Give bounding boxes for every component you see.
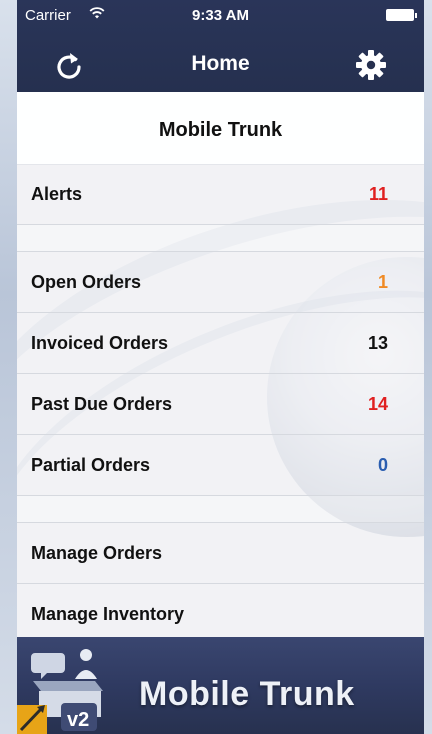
- nav-bar: Home: [17, 36, 424, 92]
- list-item-label: Partial Orders: [31, 455, 151, 475]
- header: Carrier 9:33 AM Home: [17, 0, 424, 92]
- list-item-manage-orders[interactable]: Manage Orders: [17, 523, 424, 584]
- group-spacer: [17, 225, 424, 252]
- footer-brand-title: Mobile Trunk: [139, 675, 355, 713]
- app-logo: v2: [17, 637, 117, 734]
- list-item-count: 1: [377, 272, 388, 292]
- gear-icon: [356, 50, 386, 80]
- list-item-count: 11: [368, 184, 388, 204]
- list-item-count: 13: [367, 333, 388, 353]
- section-title: Mobile Trunk: [17, 92, 424, 165]
- list-item-label: Manage Inventory: [31, 604, 185, 624]
- list-item-label: Alerts: [31, 184, 83, 204]
- status-bar: Carrier 9:33 AM: [17, 0, 424, 36]
- settings-button[interactable]: [354, 48, 388, 82]
- list-item-open-orders[interactable]: Open Orders 1: [17, 252, 424, 313]
- list-item-label: Manage Orders: [31, 543, 163, 563]
- svg-text:v2: v2: [67, 709, 89, 731]
- list-item-past-due-orders[interactable]: Past Due Orders 14: [17, 374, 424, 435]
- footer-banner: v2 Mobile Trunk: [17, 637, 424, 734]
- home-content: Mobile Trunk Alerts 11 Open Orders 1 Inv…: [17, 92, 424, 637]
- list-item-label: Open Orders: [31, 272, 142, 292]
- status-time: 9:33 AM: [192, 7, 249, 24]
- right-frame: [424, 0, 432, 734]
- list-item-label: Invoiced Orders: [31, 333, 169, 353]
- list-item-count: 0: [377, 455, 388, 475]
- group-spacer: [17, 496, 424, 523]
- left-frame: [0, 0, 17, 734]
- phone-screen: Carrier 9:33 AM Home Mobile Trunk Alerts…: [17, 0, 424, 734]
- list-item-invoiced-orders[interactable]: Invoiced Orders 13: [17, 313, 424, 374]
- list-item-partial-orders[interactable]: Partial Orders 0: [17, 435, 424, 496]
- list-item-alerts[interactable]: Alerts 11: [17, 164, 424, 225]
- battery-icon: [386, 9, 417, 21]
- list-item-count: 14: [367, 394, 388, 414]
- list-item-label: Past Due Orders: [31, 394, 173, 414]
- list-item-manage-inventory[interactable]: Manage Inventory: [17, 584, 424, 637]
